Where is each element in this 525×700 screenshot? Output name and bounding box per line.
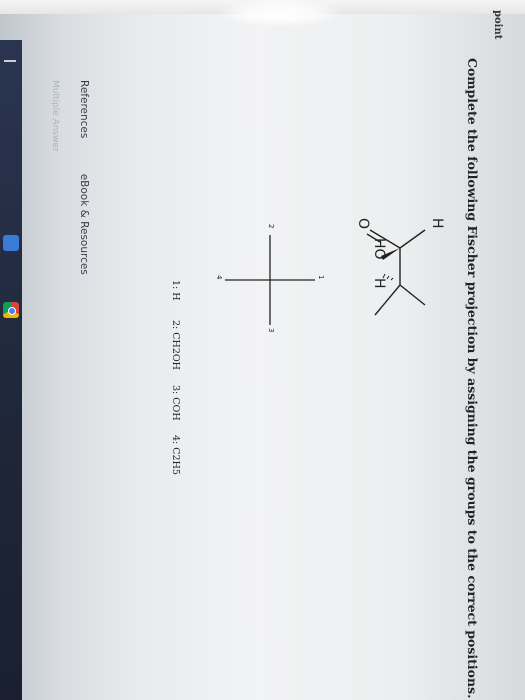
group-label: C2H5 — [170, 447, 181, 475]
ebook-resources-link[interactable]: eBook & Resources — [78, 174, 90, 275]
group-number: 2: — [170, 320, 181, 330]
group-number: 3: — [170, 385, 181, 395]
fischer-position-4[interactable]: 4 — [215, 275, 223, 279]
group-label: COH — [170, 397, 181, 421]
question-page: point Complete the following Fischer pro… — [30, 10, 503, 698]
molecule-structure: O H HO H — [331, 190, 455, 350]
group-number: 4: — [170, 435, 181, 445]
atom-H-bottom: H — [371, 278, 387, 289]
resource-nav: References eBook & Resources — [78, 80, 90, 307]
fischer-cross — [225, 235, 315, 325]
atom-HO: HO — [371, 238, 387, 260]
group-item-4[interactable]: 4: C2H5 — [170, 435, 181, 475]
atom-H-top: H — [429, 218, 445, 229]
faded-label: Multiple Answer — [50, 80, 60, 152]
partial-header: point — [492, 10, 503, 40]
molecule-svg — [366, 229, 426, 316]
taskbar — [0, 40, 22, 700]
atom-O: O — [355, 218, 371, 230]
group-label: CH2OH — [170, 332, 181, 370]
group-item-1[interactable]: 1: H — [170, 280, 181, 301]
screen-glare — [220, 0, 340, 26]
taskbar-start-icon[interactable] — [4, 60, 16, 62]
chrome-icon[interactable] — [3, 302, 19, 318]
group-item-3[interactable]: 3: COH — [170, 385, 181, 421]
group-number: 1: — [170, 280, 181, 290]
question-prompt: Complete the following Fischer projectio… — [465, 58, 480, 699]
group-label: H — [170, 292, 181, 301]
fischer-position-3[interactable]: 3 — [267, 328, 275, 332]
fischer-position-1[interactable]: 1 — [317, 275, 325, 279]
group-item-2[interactable]: 2: CH2OH — [170, 320, 181, 370]
fischer-projection: 1 2 3 4 — [211, 220, 325, 340]
fischer-position-2[interactable]: 2 — [267, 224, 275, 228]
references-link[interactable]: References — [78, 80, 90, 138]
taskbar-app-icon[interactable] — [3, 235, 19, 251]
